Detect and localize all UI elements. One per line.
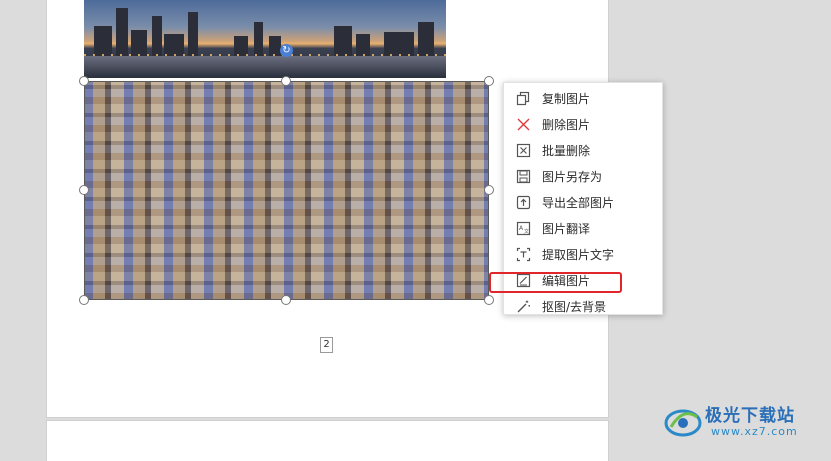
- menu-item-delete-image[interactable]: 删除图片: [504, 111, 662, 137]
- resize-handle-bottom-right[interactable]: [484, 295, 494, 305]
- resize-handle-top-right[interactable]: [484, 76, 494, 86]
- next-document-page: [47, 421, 608, 461]
- svg-text:文: 文: [524, 228, 529, 235]
- resize-handle-top[interactable]: [281, 76, 291, 86]
- watermark-brand: 极光下载站: [705, 406, 795, 426]
- skyline-image[interactable]: [84, 0, 446, 78]
- menu-item-extract-text[interactable]: 提取图片文字: [504, 241, 662, 267]
- watermark: 极光下载站 www.xz7.com: [663, 401, 823, 443]
- extract-text-icon: [516, 247, 531, 262]
- rotate-handle-icon[interactable]: ↻: [280, 44, 293, 57]
- copy-icon: [516, 91, 530, 106]
- export-icon: [516, 195, 531, 210]
- save-as-icon: [516, 169, 531, 184]
- menu-item-export-all-images[interactable]: 导出全部图片: [504, 189, 662, 215]
- menu-item-cutout-remove-background[interactable]: 抠图/去背景: [504, 293, 662, 319]
- resize-handle-top-left[interactable]: [79, 76, 89, 86]
- menu-item-translate-image[interactable]: A文 图片翻译: [504, 215, 662, 241]
- resize-handle-bottom[interactable]: [281, 295, 291, 305]
- menu-item-copy-image[interactable]: 复制图片: [504, 85, 662, 111]
- delete-x-icon: [517, 118, 530, 131]
- translate-icon: A文: [516, 221, 531, 236]
- highlight-box: [489, 272, 622, 293]
- resize-handle-left[interactable]: [79, 185, 89, 195]
- batch-delete-icon: [516, 143, 531, 158]
- resize-handle-right[interactable]: [484, 185, 494, 195]
- watermark-url: www.xz7.com: [711, 425, 798, 438]
- menu-item-save-image-as[interactable]: 图片另存为: [504, 163, 662, 189]
- menu-item-batch-delete[interactable]: 批量删除: [504, 137, 662, 163]
- resize-handle-bottom-left[interactable]: [79, 295, 89, 305]
- magic-wand-icon: [517, 300, 530, 313]
- page-number: 2: [320, 337, 333, 353]
- aurora-logo-icon: [664, 409, 702, 437]
- selected-city-image[interactable]: [84, 82, 489, 300]
